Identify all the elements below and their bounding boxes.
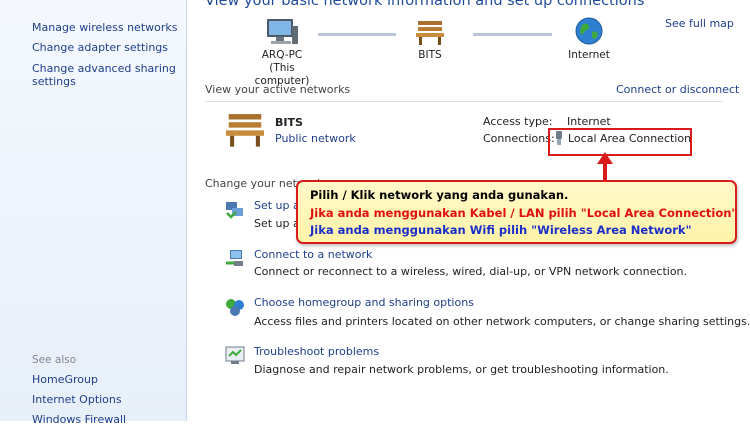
computer-icon bbox=[267, 19, 298, 44]
troubleshoot-description: Diagnose and repair network problems, or… bbox=[254, 363, 669, 376]
troubleshoot-link[interactable]: Troubleshoot problems bbox=[254, 345, 379, 358]
network-node-name: BITS bbox=[418, 49, 442, 61]
active-networks-heading: View your active networks bbox=[205, 83, 351, 96]
setup-connection-link[interactable]: Set up a bbox=[254, 199, 300, 212]
page-title: View your basic network information and … bbox=[205, 0, 645, 9]
change-adapter-settings-link[interactable]: Change adapter settings bbox=[32, 41, 168, 54]
windows-firewall-link[interactable]: Windows Firewall bbox=[32, 413, 126, 426]
network-type-link[interactable]: Public network bbox=[275, 132, 356, 145]
network-node[interactable]: BITS bbox=[410, 18, 450, 62]
bench-icon bbox=[416, 21, 444, 45]
this-computer-node[interactable]: ARQ-PC (This computer) bbox=[242, 18, 322, 88]
manage-wireless-networks-link[interactable]: Manage wireless networks bbox=[32, 21, 177, 34]
homegroup-sharing-link[interactable]: Choose homegroup and sharing options bbox=[254, 296, 474, 309]
internet-node-label: Internet bbox=[568, 49, 610, 61]
connection-highlight-box bbox=[548, 128, 692, 156]
connect-to-network-description: Connect or reconnect to a wireless, wire… bbox=[254, 265, 688, 278]
left-nav-pane: Manage wireless networks Change adapter … bbox=[0, 0, 187, 426]
active-networks-divider bbox=[205, 101, 723, 102]
setup-connection-description: Set up a bbox=[254, 217, 300, 230]
callout-line-2: Jika anda menggunakan Kabel / LAN pilih … bbox=[310, 206, 738, 220]
homegroup-sharing-description: Access files and printers located on oth… bbox=[254, 315, 750, 328]
see-full-map-link[interactable]: See full map bbox=[665, 17, 734, 30]
connect-or-disconnect-link[interactable]: Connect or disconnect bbox=[616, 83, 739, 96]
access-type-value: Internet bbox=[567, 115, 611, 128]
homegroup-icon bbox=[226, 299, 244, 316]
access-type-label: Access type: bbox=[483, 115, 553, 128]
bench-icon bbox=[226, 114, 264, 147]
connect-network-icon bbox=[226, 250, 243, 266]
setup-connection-icon bbox=[226, 202, 243, 219]
see-also-heading: See also bbox=[32, 354, 77, 366]
callout-line-1: Pilih / Klik network yang anda gunakan. bbox=[310, 188, 569, 202]
homegroup-link[interactable]: HomeGroup bbox=[32, 373, 98, 386]
connect-to-network-link[interactable]: Connect to a network bbox=[254, 248, 372, 261]
active-network-name: BITS bbox=[275, 116, 303, 129]
change-advanced-sharing-link-line2[interactable]: settings bbox=[32, 75, 76, 88]
troubleshoot-icon bbox=[225, 346, 245, 364]
globe-icon bbox=[575, 17, 603, 45]
computer-name: ARQ-PC bbox=[261, 49, 303, 61]
connections-label: Connections: bbox=[483, 132, 555, 145]
callout-line-3: Jika anda menggunakan Wifi pilih "Wirele… bbox=[310, 223, 692, 237]
map-connector-1 bbox=[318, 33, 396, 36]
change-advanced-sharing-link[interactable]: Change advanced sharing bbox=[32, 62, 176, 75]
internet-options-link[interactable]: Internet Options bbox=[32, 393, 122, 406]
map-connector-2 bbox=[473, 33, 552, 36]
internet-node[interactable]: Internet bbox=[561, 16, 617, 62]
instruction-callout: Pilih / Klik network yang anda gunakan. … bbox=[296, 180, 737, 244]
